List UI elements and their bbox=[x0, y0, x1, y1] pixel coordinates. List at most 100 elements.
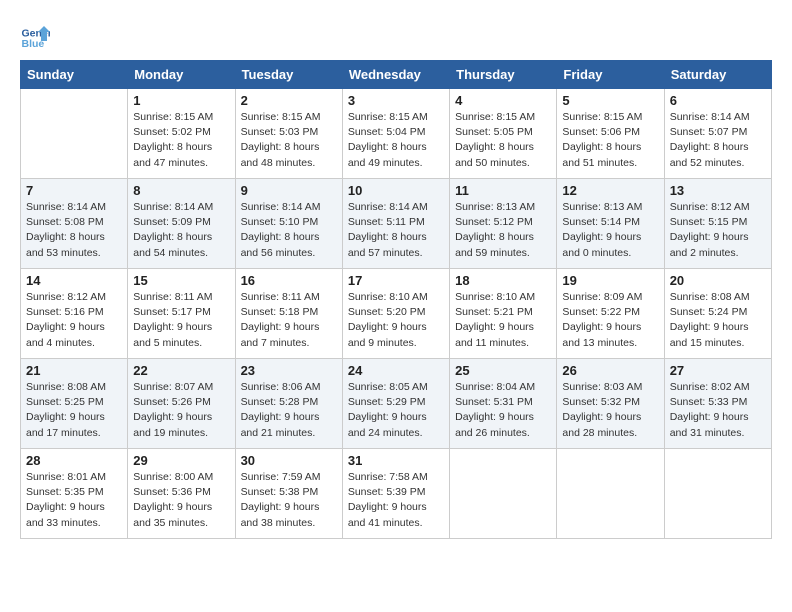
day-info: Sunrise: 8:00 AM Sunset: 5:36 PM Dayligh… bbox=[133, 470, 229, 531]
day-info: Sunrise: 8:10 AM Sunset: 5:21 PM Dayligh… bbox=[455, 290, 551, 351]
day-number: 5 bbox=[562, 93, 658, 108]
calendar-cell: 11 Sunrise: 8:13 AM Sunset: 5:12 PM Dayli… bbox=[450, 179, 557, 269]
day-number: 18 bbox=[455, 273, 551, 288]
calendar-cell: 9 Sunrise: 8:14 AM Sunset: 5:10 PM Daylig… bbox=[235, 179, 342, 269]
calendar-cell: 15 Sunrise: 8:11 AM Sunset: 5:17 PM Dayli… bbox=[128, 269, 235, 359]
calendar-cell: 1Sunrise: 8:15 AM Sunset: 5:02 PM Daylig… bbox=[128, 89, 235, 179]
day-info: Sunrise: 8:15 AM Sunset: 5:03 PM Dayligh… bbox=[241, 110, 337, 171]
calendar-week-row: 14 Sunrise: 8:12 AM Sunset: 5:16 PM Dayli… bbox=[21, 269, 772, 359]
day-info: Sunrise: 8:12 AM Sunset: 5:16 PM Dayligh… bbox=[26, 290, 122, 351]
weekday-header-sunday: Sunday bbox=[21, 61, 128, 89]
day-number: 26 bbox=[562, 363, 658, 378]
calendar-cell bbox=[557, 449, 664, 539]
svg-text:Blue: Blue bbox=[22, 38, 45, 50]
day-info: Sunrise: 8:05 AM Sunset: 5:29 PM Dayligh… bbox=[348, 380, 444, 441]
day-number: 20 bbox=[670, 273, 766, 288]
day-number: 31 bbox=[348, 453, 444, 468]
calendar-cell: 28 Sunrise: 8:01 AM Sunset: 5:35 PM Dayli… bbox=[21, 449, 128, 539]
day-number: 9 bbox=[241, 183, 337, 198]
day-info: Sunrise: 8:01 AM Sunset: 5:35 PM Dayligh… bbox=[26, 470, 122, 531]
calendar-cell: 21 Sunrise: 8:08 AM Sunset: 5:25 PM Dayli… bbox=[21, 359, 128, 449]
weekday-header-saturday: Saturday bbox=[664, 61, 771, 89]
calendar-week-row: 28 Sunrise: 8:01 AM Sunset: 5:35 PM Dayli… bbox=[21, 449, 772, 539]
calendar-cell: 7 Sunrise: 8:14 AM Sunset: 5:08 PM Daylig… bbox=[21, 179, 128, 269]
weekday-header-thursday: Thursday bbox=[450, 61, 557, 89]
day-number: 1 bbox=[133, 93, 229, 108]
calendar-cell: 13Sunrise: 8:12 AM Sunset: 5:15 PM Dayli… bbox=[664, 179, 771, 269]
day-number: 14 bbox=[26, 273, 122, 288]
calendar-cell: 17 Sunrise: 8:10 AM Sunset: 5:20 PM Dayli… bbox=[342, 269, 449, 359]
day-info: Sunrise: 8:15 AM Sunset: 5:06 PM Dayligh… bbox=[562, 110, 658, 171]
day-number: 16 bbox=[241, 273, 337, 288]
calendar-cell: 30Sunrise: 7:59 AM Sunset: 5:38 PM Dayli… bbox=[235, 449, 342, 539]
calendar-cell: 10 Sunrise: 8:14 AM Sunset: 5:11 PM Dayli… bbox=[342, 179, 449, 269]
day-info: Sunrise: 7:58 AM Sunset: 5:39 PM Dayligh… bbox=[348, 470, 444, 531]
day-number: 21 bbox=[26, 363, 122, 378]
day-number: 10 bbox=[348, 183, 444, 198]
calendar-week-row: 1Sunrise: 8:15 AM Sunset: 5:02 PM Daylig… bbox=[21, 89, 772, 179]
day-number: 24 bbox=[348, 363, 444, 378]
calendar-cell: 22Sunrise: 8:07 AM Sunset: 5:26 PM Dayli… bbox=[128, 359, 235, 449]
calendar-cell: 8 Sunrise: 8:14 AM Sunset: 5:09 PM Daylig… bbox=[128, 179, 235, 269]
calendar-cell: 24 Sunrise: 8:05 AM Sunset: 5:29 PM Dayli… bbox=[342, 359, 449, 449]
calendar-cell bbox=[21, 89, 128, 179]
day-number: 23 bbox=[241, 363, 337, 378]
calendar-cell: 29 Sunrise: 8:00 AM Sunset: 5:36 PM Dayli… bbox=[128, 449, 235, 539]
calendar-cell: 27 Sunrise: 8:02 AM Sunset: 5:33 PM Dayli… bbox=[664, 359, 771, 449]
calendar-cell: 12 Sunrise: 8:13 AM Sunset: 5:14 PM Dayli… bbox=[557, 179, 664, 269]
day-number: 28 bbox=[26, 453, 122, 468]
day-number: 3 bbox=[348, 93, 444, 108]
weekday-header-friday: Friday bbox=[557, 61, 664, 89]
day-info: Sunrise: 8:13 AM Sunset: 5:12 PM Dayligh… bbox=[455, 200, 551, 261]
calendar-cell: 25Sunrise: 8:04 AM Sunset: 5:31 PM Dayli… bbox=[450, 359, 557, 449]
day-info: Sunrise: 8:10 AM Sunset: 5:20 PM Dayligh… bbox=[348, 290, 444, 351]
day-number: 7 bbox=[26, 183, 122, 198]
day-info: Sunrise: 8:08 AM Sunset: 5:25 PM Dayligh… bbox=[26, 380, 122, 441]
calendar-cell: 6 Sunrise: 8:14 AM Sunset: 5:07 PM Daylig… bbox=[664, 89, 771, 179]
day-info: Sunrise: 8:15 AM Sunset: 5:04 PM Dayligh… bbox=[348, 110, 444, 171]
day-info: Sunrise: 8:15 AM Sunset: 5:05 PM Dayligh… bbox=[455, 110, 551, 171]
calendar-cell: 20 Sunrise: 8:08 AM Sunset: 5:24 PM Dayli… bbox=[664, 269, 771, 359]
calendar-table: SundayMondayTuesdayWednesdayThursdayFrid… bbox=[20, 60, 772, 539]
weekday-header-tuesday: Tuesday bbox=[235, 61, 342, 89]
calendar-cell: 5 Sunrise: 8:15 AM Sunset: 5:06 PM Daylig… bbox=[557, 89, 664, 179]
day-number: 6 bbox=[670, 93, 766, 108]
day-number: 11 bbox=[455, 183, 551, 198]
day-number: 13 bbox=[670, 183, 766, 198]
calendar-cell: 4 Sunrise: 8:15 AM Sunset: 5:05 PM Daylig… bbox=[450, 89, 557, 179]
logo-icon: General Blue bbox=[20, 20, 50, 50]
day-info: Sunrise: 8:14 AM Sunset: 5:08 PM Dayligh… bbox=[26, 200, 122, 261]
day-info: Sunrise: 7:59 AM Sunset: 5:38 PM Dayligh… bbox=[241, 470, 337, 531]
calendar-cell: 18 Sunrise: 8:10 AM Sunset: 5:21 PM Dayli… bbox=[450, 269, 557, 359]
weekday-header-wednesday: Wednesday bbox=[342, 61, 449, 89]
day-info: Sunrise: 8:06 AM Sunset: 5:28 PM Dayligh… bbox=[241, 380, 337, 441]
day-info: Sunrise: 8:13 AM Sunset: 5:14 PM Dayligh… bbox=[562, 200, 658, 261]
calendar-cell: 23 Sunrise: 8:06 AM Sunset: 5:28 PM Dayli… bbox=[235, 359, 342, 449]
day-number: 12 bbox=[562, 183, 658, 198]
calendar-cell bbox=[664, 449, 771, 539]
day-info: Sunrise: 8:14 AM Sunset: 5:11 PM Dayligh… bbox=[348, 200, 444, 261]
calendar-cell: 2Sunrise: 8:15 AM Sunset: 5:03 PM Daylig… bbox=[235, 89, 342, 179]
calendar-cell: 16 Sunrise: 8:11 AM Sunset: 5:18 PM Dayli… bbox=[235, 269, 342, 359]
weekday-header-monday: Monday bbox=[128, 61, 235, 89]
day-info: Sunrise: 8:11 AM Sunset: 5:17 PM Dayligh… bbox=[133, 290, 229, 351]
weekday-header-row: SundayMondayTuesdayWednesdayThursdayFrid… bbox=[21, 61, 772, 89]
day-number: 29 bbox=[133, 453, 229, 468]
day-info: Sunrise: 8:03 AM Sunset: 5:32 PM Dayligh… bbox=[562, 380, 658, 441]
day-info: Sunrise: 8:14 AM Sunset: 5:09 PM Dayligh… bbox=[133, 200, 229, 261]
day-info: Sunrise: 8:04 AM Sunset: 5:31 PM Dayligh… bbox=[455, 380, 551, 441]
day-info: Sunrise: 8:08 AM Sunset: 5:24 PM Dayligh… bbox=[670, 290, 766, 351]
day-info: Sunrise: 8:14 AM Sunset: 5:07 PM Dayligh… bbox=[670, 110, 766, 171]
day-number: 17 bbox=[348, 273, 444, 288]
day-info: Sunrise: 8:09 AM Sunset: 5:22 PM Dayligh… bbox=[562, 290, 658, 351]
day-number: 8 bbox=[133, 183, 229, 198]
day-info: Sunrise: 8:07 AM Sunset: 5:26 PM Dayligh… bbox=[133, 380, 229, 441]
day-number: 4 bbox=[455, 93, 551, 108]
day-info: Sunrise: 8:02 AM Sunset: 5:33 PM Dayligh… bbox=[670, 380, 766, 441]
day-number: 27 bbox=[670, 363, 766, 378]
calendar-week-row: 7 Sunrise: 8:14 AM Sunset: 5:08 PM Daylig… bbox=[21, 179, 772, 269]
day-info: Sunrise: 8:14 AM Sunset: 5:10 PM Dayligh… bbox=[241, 200, 337, 261]
calendar-cell: 3 Sunrise: 8:15 AM Sunset: 5:04 PM Daylig… bbox=[342, 89, 449, 179]
day-number: 15 bbox=[133, 273, 229, 288]
day-info: Sunrise: 8:11 AM Sunset: 5:18 PM Dayligh… bbox=[241, 290, 337, 351]
